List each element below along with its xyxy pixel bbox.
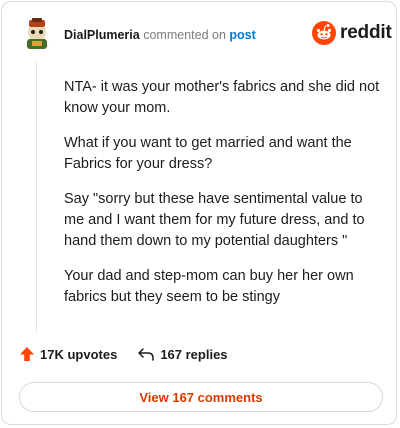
reply-count: 167 replies bbox=[160, 346, 228, 362]
comment-body: NTA- it was your mother's fabrics and sh… bbox=[64, 77, 382, 322]
username-link[interactable]: DialPlumeria bbox=[64, 28, 140, 42]
reddit-wordmark: reddit bbox=[340, 22, 392, 43]
reply-arrow-icon bbox=[138, 348, 155, 361]
upvote-arrow-icon bbox=[20, 347, 34, 361]
comment-paragraph: Your dad and step-mom can buy her her ow… bbox=[64, 268, 354, 305]
avatar-image bbox=[25, 18, 49, 49]
view-comments-button[interactable]: View 167 comments bbox=[19, 382, 383, 412]
comment-header: DialPlumeria commented on post bbox=[64, 28, 256, 42]
thread-line bbox=[36, 62, 37, 332]
commented-on-text: commented on bbox=[143, 28, 226, 42]
post-link[interactable]: post bbox=[229, 28, 255, 42]
comment-card: DialPlumeria commented on post reddit NT… bbox=[1, 1, 397, 425]
reddit-logo[interactable]: reddit bbox=[312, 21, 392, 45]
avatar[interactable] bbox=[20, 17, 54, 51]
upvote-button[interactable]: 17K upvotes bbox=[19, 346, 117, 362]
comment-paragraph: NTA- it was your mother's fabrics and sh… bbox=[64, 79, 380, 116]
comment-paragraph: Say "sorry but these have sentimental va… bbox=[64, 191, 365, 249]
comment-actions: 17K upvotes 167 replies bbox=[19, 346, 228, 362]
replies-button[interactable]: 167 replies bbox=[137, 346, 228, 362]
reddit-snoo-icon bbox=[312, 21, 336, 45]
comment-paragraph: What if you want to get married and want… bbox=[64, 135, 352, 172]
upvote-count: 17K upvotes bbox=[40, 346, 118, 362]
